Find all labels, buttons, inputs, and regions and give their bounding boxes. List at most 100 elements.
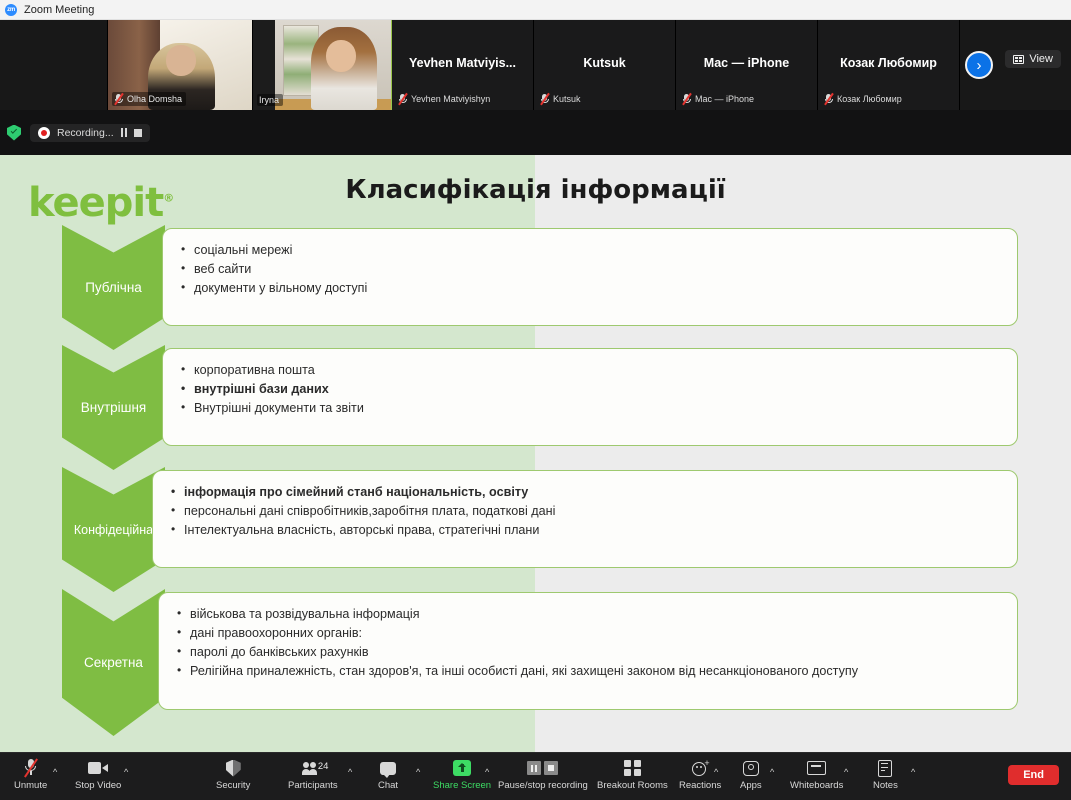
toolbar-apps-button[interactable]: Apps — [740, 757, 762, 791]
toolbar-whiteboards-button[interactable]: Whiteboards — [790, 757, 843, 791]
view-button[interactable]: View — [1005, 50, 1061, 68]
list-item: персональні дані співробітників,заробітн… — [171, 501, 1017, 521]
participants-options-caret-icon[interactable]: ^ — [348, 767, 352, 777]
whiteboards-options-caret-icon[interactable]: ^ — [844, 767, 848, 777]
list-item: інформація про сімейний станб національн… — [171, 482, 1017, 502]
camera-icon — [88, 757, 109, 779]
window-title: Zoom Meeting — [24, 3, 95, 16]
list-item: внутрішні бази даних — [181, 379, 1017, 399]
participants-count: 24 — [317, 760, 329, 772]
toolbar-share-screen-button[interactable]: Share Screen — [433, 757, 491, 791]
end-meeting-button[interactable]: End — [1008, 765, 1059, 785]
microphone-muted-icon — [682, 92, 692, 106]
notes-icon — [878, 757, 893, 779]
reactions-icon: + — [691, 757, 710, 779]
toolbar-label: Breakout Rooms — [597, 780, 668, 791]
apps-icon — [742, 757, 759, 779]
participant-name: Olha Domsha — [127, 94, 183, 104]
toolbar-breakout-rooms-button[interactable]: Breakout Rooms — [597, 757, 668, 791]
classification-row-public: Публічна соціальні мережі веб сайти доку… — [0, 225, 1071, 350]
microphone-muted-icon — [824, 92, 834, 106]
classification-row-secret: Секретна військова та розвідувальна інфо… — [0, 589, 1071, 736]
participant-badge: Yevhen Matviyishyn — [396, 92, 494, 106]
notes-options-caret-icon[interactable]: ^ — [911, 767, 915, 777]
list-item: дані правоохоронних органів: — [177, 623, 1017, 643]
pause-recording-icon[interactable] — [120, 128, 127, 137]
toolbar-label: Participants — [288, 780, 338, 791]
toolbar-label: Pause/stop recording — [498, 780, 588, 791]
list-item: соціальні мережі — [181, 240, 1017, 260]
video-tile-iryna[interactable]: Iryna — [253, 20, 392, 110]
toolbar-label: Apps — [740, 780, 762, 791]
unmute-options-caret-icon[interactable]: ^ — [53, 767, 57, 777]
people-icon: 24 — [301, 757, 328, 779]
toolbar-participants-button[interactable]: 24 Participants — [288, 757, 338, 792]
record-dot-icon — [38, 126, 50, 139]
video-tile-kozak-liubomyr[interactable]: Козак Любомир Козак Любомир — [818, 20, 960, 110]
participant-badge: Kutsuk — [538, 92, 585, 106]
list-item: паролі до банківських рахунків — [177, 642, 1017, 662]
video-options-caret-icon[interactable]: ^ — [124, 767, 128, 777]
chat-options-caret-icon[interactable]: ^ — [416, 767, 420, 777]
participant-badge: Olha Domsha — [112, 92, 187, 106]
participant-badge: Козак Любомир — [822, 92, 906, 106]
stop-recording-icon[interactable] — [134, 128, 142, 137]
classification-panel-secret: військова та розвідувальна інформація да… — [158, 592, 1018, 710]
view-button-label: View — [1029, 53, 1053, 65]
breakout-rooms-icon — [624, 757, 641, 779]
classification-panel-internal: корпоративна пошта внутрішні бази даних … — [162, 348, 1018, 446]
participant-display-name: Козак Любомир — [840, 56, 937, 70]
list-item: документи у вільному доступі — [181, 278, 1017, 298]
meeting-toolbar: Unmute ^ Stop Video ^ Security 24 Partic… — [0, 752, 1071, 800]
recording-status-text: Recording... — [57, 126, 114, 139]
video-tile-kutsuk[interactable]: Kutsuk Kutsuk — [534, 20, 676, 110]
grid-view-icon — [1013, 54, 1025, 64]
toolbar-security-button[interactable]: Security — [216, 757, 250, 791]
microphone-muted-icon — [114, 92, 124, 106]
zoom-logo-icon: zm — [5, 3, 17, 16]
video-tile-yevhen-matviyishyn[interactable]: Yevhen Matviyis... Yevhen Matviyishyn — [392, 20, 534, 110]
share-options-caret-icon[interactable]: ^ — [485, 767, 489, 777]
shield-icon — [225, 757, 241, 779]
toolbar-label: Notes — [873, 780, 898, 791]
toolbar-chat-button[interactable]: Chat — [378, 757, 398, 791]
toolbar-pause-stop-recording-button[interactable]: Pause/stop recording — [498, 757, 588, 791]
reactions-options-caret-icon[interactable]: ^ — [714, 767, 718, 777]
microphone-muted-icon — [398, 92, 408, 106]
toolbar-notes-button[interactable]: Notes — [873, 757, 898, 791]
participant-video-strip: Olha Domsha Iryna Yevhen Matviyis... Yev… — [0, 20, 1071, 110]
toolbar-label: Reactions — [679, 780, 722, 791]
apps-options-caret-icon[interactable]: ^ — [770, 767, 774, 777]
microphone-muted-icon — [23, 757, 38, 779]
list-item: Інтелектуальна власність, авторські прав… — [171, 520, 1017, 540]
participant-name: Kutsuk — [553, 94, 581, 104]
toolbar-stop-video-button[interactable]: Stop Video — [75, 757, 121, 791]
video-tile-mac-iphone[interactable]: Mac — iPhone Mac — iPhone — [676, 20, 818, 110]
list-item: веб сайти — [181, 259, 1017, 279]
classification-row-internal: Внутрішня корпоративна пошта внутрішні б… — [0, 345, 1071, 470]
participant-display-name: Kutsuk — [583, 56, 626, 70]
window-title-bar: zm Zoom Meeting — [0, 0, 1071, 20]
zoom-meeting-window: zm Zoom Meeting Olha Domsha Iryna Yevhen… — [0, 0, 1071, 800]
toolbar-label: Chat — [378, 780, 399, 791]
encryption-shield-icon[interactable] — [7, 124, 21, 141]
toolbar-label: Unmute — [14, 780, 48, 791]
participant-name: Mac — iPhone — [695, 94, 755, 104]
classification-items-confidential: інформація про сімейний станб національн… — [171, 482, 1017, 540]
toolbar-label: Share Screen — [433, 780, 492, 791]
toolbar-unmute-button[interactable]: Unmute — [14, 757, 47, 791]
shared-screen-slide: keepit® Класифікація інформації Публічна… — [0, 155, 1071, 752]
participant-name: Козак Любомир — [837, 94, 902, 104]
participant-display-name: Yevhen Matviyis... — [409, 56, 516, 70]
list-item: корпоративна пошта — [181, 360, 1017, 380]
participant-badge: Iryna — [257, 94, 284, 106]
participant-name: Yevhen Matviyishyn — [411, 94, 491, 104]
next-page-button[interactable]: › — [965, 51, 993, 79]
participant-display-name: Mac — iPhone — [703, 56, 790, 70]
classification-items-secret: військова та розвідувальна інформація да… — [177, 604, 1017, 682]
classification-panel-confidential: інформація про сімейний станб національн… — [152, 470, 1018, 568]
classification-items-internal: корпоративна пошта внутрішні бази даних … — [181, 360, 1017, 418]
list-item: Внутрішні документи та звіти — [181, 398, 1017, 418]
list-item: Релігійна приналежність, стан здоров'я, … — [177, 661, 1017, 681]
video-tile-olha-domsha[interactable]: Olha Domsha — [108, 20, 253, 110]
